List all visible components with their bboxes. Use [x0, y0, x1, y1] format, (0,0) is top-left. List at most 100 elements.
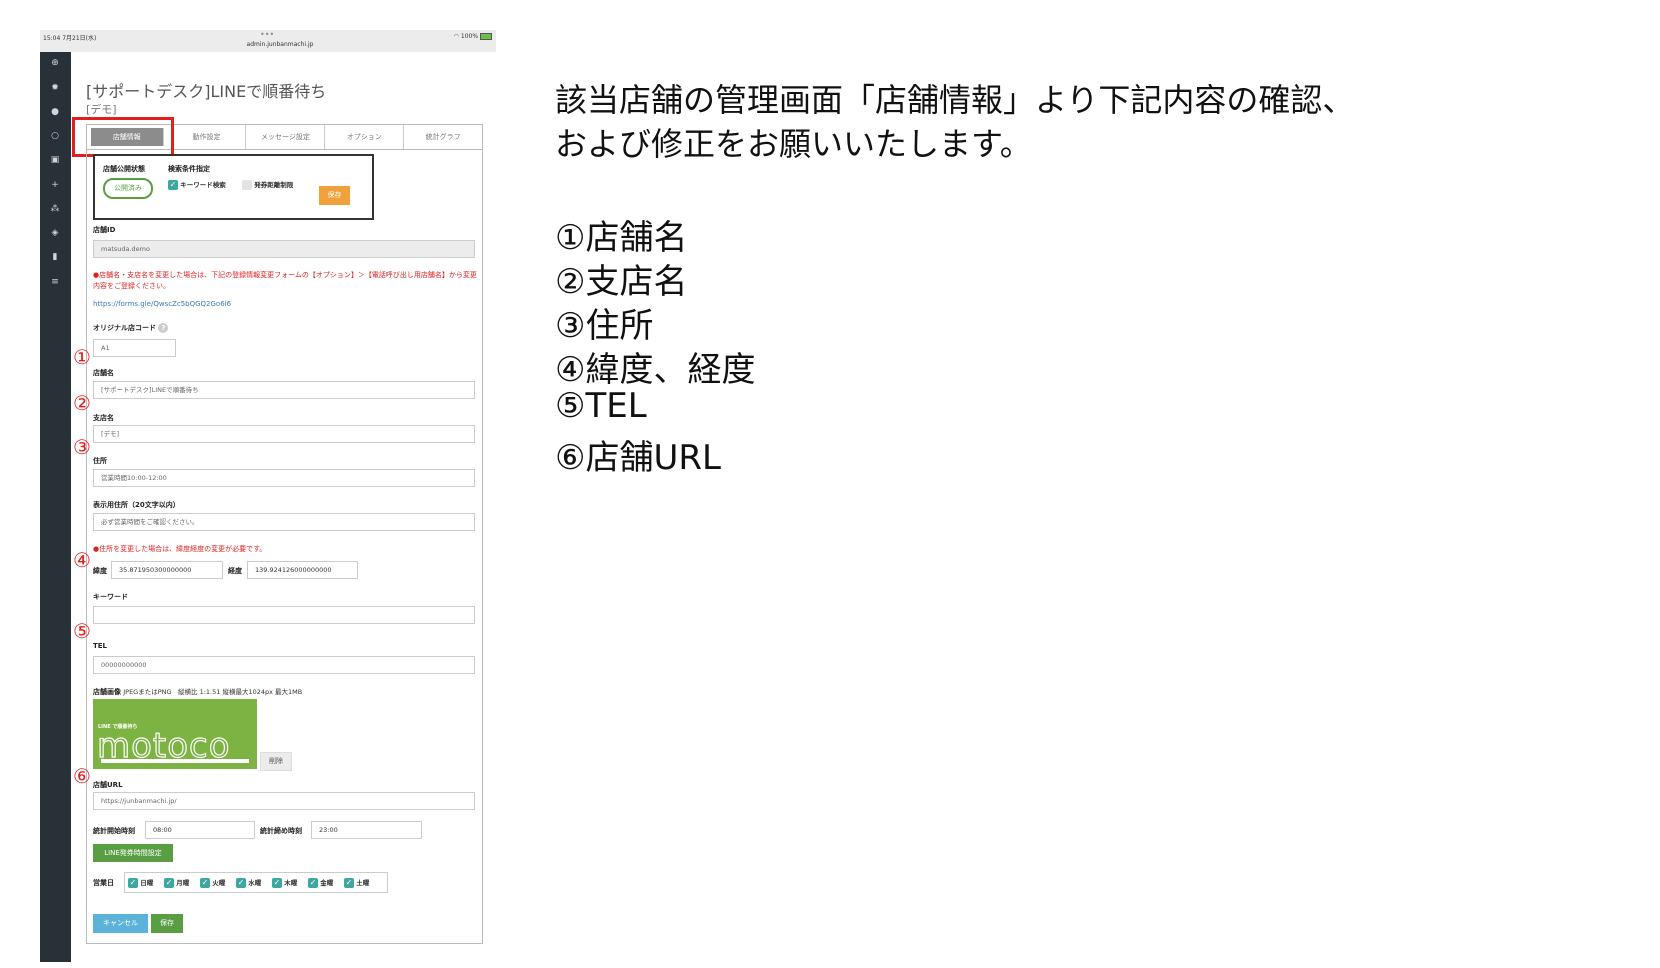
battery-level: 100% — [460, 33, 479, 40]
stat-start-label: 統計開始時刻 — [93, 827, 135, 835]
marker-6: ⑥ — [73, 764, 91, 788]
check-icon[interactable]: ✓ — [308, 878, 318, 888]
address-label: 住所 — [93, 457, 107, 465]
check-icon[interactable]: ✓ — [344, 878, 354, 888]
tab-message[interactable]: メッセージ設定 — [246, 125, 326, 149]
display-address-label: 表示用住所（20文字以内） — [93, 501, 180, 509]
check-icon[interactable]: ✓ — [128, 878, 138, 888]
bookmark-icon[interactable]: ▮ — [49, 251, 61, 263]
keyword-search-option[interactable]: ✓ キーワード検索 — [168, 179, 226, 190]
help-icon[interactable]: ? — [158, 323, 169, 333]
day-monday[interactable]: ✓ 月曜 — [164, 877, 189, 888]
store-id-field: matsuda.demo — [93, 240, 475, 258]
checklist-item-1: ①店舗名 — [555, 218, 688, 258]
cancel-button[interactable]: キャンセル — [93, 914, 148, 933]
delete-image-button[interactable]: 削除 — [260, 752, 292, 771]
keyword-field[interactable] — [93, 606, 475, 624]
page-title: [サポートデスク]LINEで順番待ち — [86, 82, 327, 101]
tel-label: TEL — [93, 642, 108, 650]
change-form-link[interactable]: https://forms.gle/QwscZc5bQGQ2Go6i6 — [93, 300, 231, 308]
day-thursday[interactable]: ✓ 木曜 — [272, 877, 297, 888]
day-friday[interactable]: ✓ 金曜 — [308, 877, 333, 888]
store-image-hint: JPEGまたはPNG 縦横比 1:1.51 縦横最大1024px 最大1MB — [123, 688, 303, 696]
day-saturday[interactable]: ✓ 土曜 — [344, 877, 369, 888]
line-time-settings-button[interactable]: LINE発券時間設定 — [93, 844, 173, 862]
save-button[interactable]: 保存 — [151, 914, 183, 933]
day-label: 火曜 — [212, 879, 226, 887]
original-code-field[interactable]: A1 — [93, 339, 176, 357]
globe-icon[interactable]: ⊕ — [49, 57, 61, 69]
distance-limit-option[interactable]: 発券距離制限 — [242, 179, 293, 190]
stat-end-field[interactable]: 23:00 — [311, 821, 422, 839]
day-label: 木曜 — [284, 879, 298, 887]
marker-2: ② — [73, 391, 91, 415]
instruction-line-2: および修正をお願いいたします。 — [555, 125, 1032, 163]
display-address-field[interactable]: 必ず営業時間をご確認ください。 — [93, 513, 475, 531]
sidebar: ⊕ ✹ ● ○ ▣ + ⁂ ◈ ▮ ≡ — [40, 52, 71, 962]
marker-4: ④ — [73, 548, 91, 572]
user-icon[interactable]: ● — [49, 106, 61, 118]
check-icon[interactable]: ✓ — [272, 878, 282, 888]
longitude-label: 経度 — [228, 567, 242, 575]
latitude-label: 緯度 — [93, 567, 107, 575]
cube-icon[interactable]: ◈ — [49, 227, 61, 239]
battery-icon — [480, 33, 492, 40]
day-label: 金曜 — [320, 879, 334, 887]
checklist-item-4: ④緯度、経度 — [555, 350, 756, 390]
tab-stats[interactable]: 統計グラフ — [404, 125, 482, 149]
branch-name-label: 支店名 — [93, 414, 114, 422]
tab-option[interactable]: オプション — [325, 125, 405, 149]
checklist-item-3: ③住所 — [555, 306, 654, 346]
document-icon[interactable]: ▣ — [49, 154, 61, 166]
publish-status-label: 店舗公開状態 — [103, 165, 145, 173]
store-name-field[interactable]: [サポートデスク]LINEで順番待ち — [93, 381, 475, 399]
checklist-item-2: ②支店名 — [555, 262, 688, 302]
stat-end-label: 統計締め時刻 — [260, 827, 302, 835]
tab-behavior[interactable]: 動作設定 — [168, 125, 247, 149]
latitude-field[interactable]: 35.871950300000000 — [111, 561, 223, 579]
battery-indicator: ◠ 100% — [454, 33, 492, 40]
status-bar: 15:04 7月21日(水) ••• admin.junbanmachi.jp … — [40, 30, 496, 52]
day-label: 水曜 — [248, 879, 262, 887]
publish-settings-box: 店舗公開状態 検索条件指定 公開済み ✓ キーワード検索 発券距離制限 保存 — [93, 154, 374, 220]
store-url-field[interactable]: https://junbanmachi.jp/ — [93, 792, 475, 810]
day-sunday[interactable]: ✓ 日曜 — [128, 877, 153, 888]
check-icon[interactable]: ✓ — [200, 878, 210, 888]
stat-start-field[interactable]: 08:00 — [145, 821, 255, 839]
list-icon[interactable]: ≡ — [49, 276, 61, 288]
store-image-label: 店舗画像 — [93, 688, 121, 696]
page-subtitle: [デモ] — [86, 103, 117, 116]
publish-save-button[interactable]: 保存 — [319, 186, 350, 205]
status-time: 15:04 7月21日(水) — [43, 35, 97, 42]
check-icon[interactable]: ✓ — [164, 878, 174, 888]
checklist-item-6: ⑥店舗URL — [555, 438, 721, 478]
original-code-label: オリジナル店コード ? — [93, 323, 169, 333]
unchecked-box-icon[interactable] — [242, 180, 252, 190]
day-wednesday[interactable]: ✓ 水曜 — [236, 877, 261, 888]
check-icon[interactable]: ✓ — [236, 878, 246, 888]
branch-name-field[interactable]: [デモ] — [93, 425, 475, 443]
store-name-warning: ●店舗名・支店名を変更した場合は、下記の登録情報変更フォームの【オプション】＞【… — [93, 271, 477, 290]
day-tuesday[interactable]: ✓ 火曜 — [200, 877, 225, 888]
keyword-search-label: キーワード検索 — [180, 181, 226, 189]
address-bar-url[interactable]: admin.junbanmachi.jp — [230, 41, 330, 48]
store-image-bar — [101, 759, 249, 763]
users-icon[interactable]: ⁂ — [49, 203, 61, 215]
original-code-label-text: オリジナル店コード — [93, 324, 156, 332]
address-field[interactable]: 営業時間10:00-12:00 — [93, 469, 475, 487]
user-outline-icon[interactable]: ○ — [49, 130, 61, 142]
tel-field[interactable]: 00000000000 — [93, 656, 475, 674]
longitude-field[interactable]: 139.924126000000000 — [247, 561, 358, 579]
status-dots: ••• — [260, 30, 275, 39]
business-days-group: ✓ 日曜 ✓ 月曜 ✓ 火曜 ✓ 水曜 ✓ 木曜 ✓ 金曜 ✓ 土曜 — [124, 872, 388, 893]
instruction-line-1: 該当店舗の管理画面「店舗情報」より下記内容の確認、 — [555, 81, 1355, 119]
plus-icon[interactable]: + — [49, 179, 61, 191]
gear-icon[interactable]: ✹ — [49, 82, 61, 94]
search-condition-label: 検索条件指定 — [168, 165, 210, 173]
checklist-item-5: ⑤TEL — [555, 386, 647, 426]
store-id-label: 店舗ID — [93, 226, 116, 234]
store-image-label-row: 店舗画像 JPEGまたはPNG 縦横比 1:1.51 縦横最大1024px 最大… — [93, 686, 302, 697]
published-toggle[interactable]: 公開済み — [103, 178, 153, 199]
check-icon[interactable]: ✓ — [168, 180, 178, 190]
marker-1: ① — [73, 345, 91, 369]
